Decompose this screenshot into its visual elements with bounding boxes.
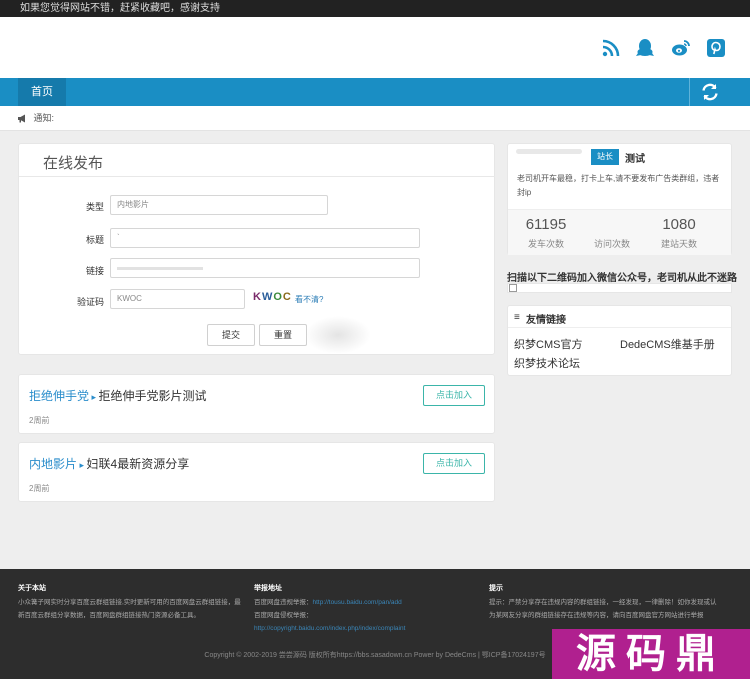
profile-stats: 61195 发车次数 访问次数 1080 建站天数 bbox=[508, 209, 731, 255]
stat-value: 1080 bbox=[662, 216, 696, 233]
captcha-input[interactable]: KWOC bbox=[110, 289, 245, 309]
profile-name: 测试 bbox=[625, 154, 645, 165]
stat-label: 访问次数 bbox=[593, 239, 630, 249]
form-title: 在线发布 bbox=[43, 155, 104, 172]
friend-links-title: 友情链接 bbox=[526, 315, 566, 326]
footer-about-title: 关于本站 bbox=[18, 585, 46, 592]
stat-label: 建站天数 bbox=[660, 239, 697, 249]
link-redacted bbox=[117, 267, 203, 270]
announcement-text: 如果您觉得网站不错，赶紧收藏吧，感谢支持 bbox=[20, 3, 220, 14]
form-divider bbox=[19, 176, 495, 177]
caret-right-icon: ▸ bbox=[89, 392, 99, 402]
group-name-link[interactable]: 拒绝伸手党影片测试 bbox=[99, 389, 207, 403]
watermark: 源码鼎 bbox=[552, 629, 750, 679]
notice-bar: 通知: bbox=[0, 106, 750, 131]
link-input[interactable] bbox=[110, 258, 420, 278]
join-button-2[interactable]: 点击加入 bbox=[423, 453, 485, 474]
group-time: 2周前 bbox=[29, 484, 50, 493]
caret-right-icon: ▸ bbox=[77, 460, 87, 470]
avatar bbox=[516, 149, 582, 154]
title-input[interactable]: ` bbox=[110, 228, 420, 248]
friend-links-card: ≡ 友情链接 织梦CMS官方 DedeCMS维基手册 织梦技术论坛 bbox=[507, 305, 732, 376]
friend-link[interactable]: DedeCMS维基手册 bbox=[620, 336, 715, 352]
group-card-2: 内地影片 ▸ 妇联4最新资源分享 2周前 点击加入 bbox=[18, 442, 495, 502]
footer-tips-text: 提示：严禁分享存在违规内容的群组链接，一经发现，一律删除！如你发现或认为某网友分… bbox=[489, 599, 717, 619]
pinterest-icon[interactable] bbox=[705, 37, 727, 59]
group-title-2: 内地影片 ▸ 妇联4最新资源分享 bbox=[29, 455, 189, 472]
title-label: 标题 bbox=[85, 235, 104, 245]
qr-caption: 扫描以下二维码加入微信公众号，老司机从此不迷路 bbox=[507, 273, 737, 284]
group-category-link[interactable]: 内地影片 bbox=[29, 457, 77, 471]
rss-icon[interactable] bbox=[600, 37, 622, 59]
list-icon: ≡ bbox=[514, 312, 520, 323]
nav-item-home[interactable]: 首页 bbox=[18, 78, 66, 106]
refresh-icon[interactable] bbox=[700, 82, 720, 102]
publish-form-card: 在线发布 类型 内地影片 标题 ` 链接 验证码 KWOC KWOC 看不清? … bbox=[18, 143, 495, 355]
group-card-1: 拒绝伸手党 ▸ 拒绝伸手党影片测试 2周前 点击加入 bbox=[18, 374, 495, 434]
weibo-icon[interactable] bbox=[670, 37, 692, 59]
top-announcement-bar: 如果您觉得网站不错，赶紧收藏吧，感谢支持 bbox=[0, 0, 750, 17]
report-2-link[interactable]: http://copyright.baidu.com/index.php/ind… bbox=[254, 625, 405, 632]
qq-icon[interactable] bbox=[634, 37, 656, 59]
megaphone-icon bbox=[18, 114, 25, 123]
admin-badge: 站长 bbox=[591, 149, 619, 165]
report-1-link[interactable]: http://tousu.baidu.com/pan/add bbox=[313, 599, 402, 606]
profile-description: 老司机开车最稳，打卡上车,请不要发布广告类群组，违者封ip bbox=[517, 174, 720, 197]
stat-value: 61195 bbox=[525, 216, 567, 233]
report-2-label: 百度网盘侵权举报： bbox=[254, 612, 313, 619]
reset-button[interactable]: 重置 bbox=[259, 324, 307, 346]
captcha-refresh-link[interactable]: 看不清? bbox=[295, 294, 323, 305]
notice-label: 通知: bbox=[33, 113, 55, 123]
captcha-label: 验证码 bbox=[76, 297, 104, 307]
friend-link[interactable]: 织梦CMS官方 bbox=[514, 336, 582, 352]
main-nav: 首页 bbox=[0, 78, 750, 106]
blurred-region bbox=[305, 316, 371, 354]
broken-image-icon bbox=[509, 284, 517, 292]
footer-about-text: 小众篝子网实时分享百度云群组链接,实时更新可用的百度网盘云群组链接，最新百度云群… bbox=[18, 599, 241, 619]
stat-label: 发车次数 bbox=[527, 239, 564, 249]
footer-report-text: 百度网盘违规举报：http://tousu.baidu.com/pan/add … bbox=[254, 596, 479, 635]
footer-report-title: 举报地址 bbox=[254, 585, 282, 592]
profile-card: 站长 测试 老司机开车最稳，打卡上车,请不要发布广告类群组，违者封ip 6119… bbox=[507, 143, 732, 255]
join-button-1[interactable]: 点击加入 bbox=[423, 385, 485, 406]
type-select[interactable]: 内地影片 bbox=[110, 195, 328, 215]
qr-code-image bbox=[507, 283, 732, 293]
group-time: 2周前 bbox=[29, 416, 50, 425]
friend-link[interactable]: 织梦技术论坛 bbox=[514, 355, 580, 371]
group-title-1: 拒绝伸手党 ▸ 拒绝伸手党影片测试 bbox=[29, 387, 207, 404]
link-label: 链接 bbox=[85, 266, 104, 276]
header bbox=[0, 17, 750, 78]
footer-tips-title: 提示 bbox=[489, 585, 503, 592]
report-1-label: 百度网盘违规举报： bbox=[254, 599, 313, 606]
nav-divider bbox=[689, 78, 690, 106]
submit-button[interactable]: 提交 bbox=[207, 324, 255, 346]
group-category-link[interactable]: 拒绝伸手党 bbox=[29, 389, 89, 403]
friend-links-header: ≡ 友情链接 bbox=[508, 306, 731, 328]
type-label: 类型 bbox=[85, 202, 104, 212]
group-name-link[interactable]: 妇联4最新资源分享 bbox=[87, 457, 190, 471]
captcha-image[interactable]: KWOC bbox=[253, 291, 292, 303]
